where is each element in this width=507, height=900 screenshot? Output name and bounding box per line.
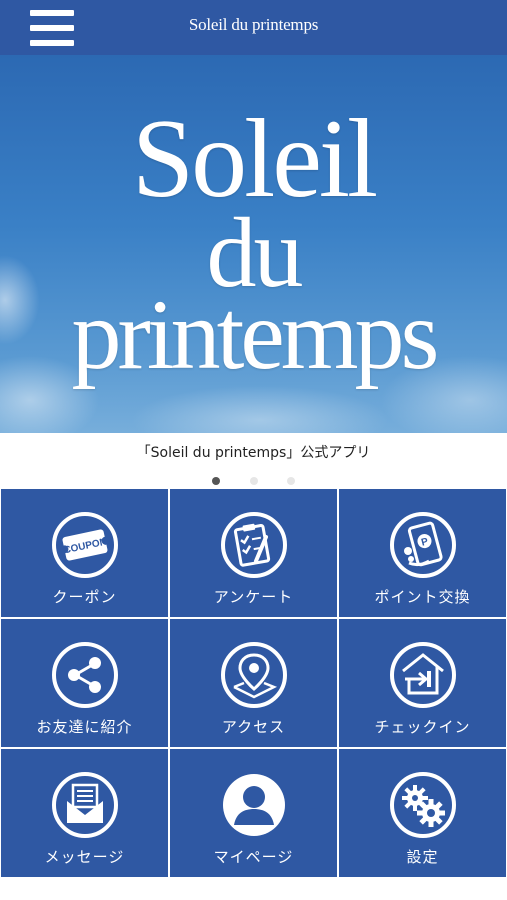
menu-item-my-page[interactable]: マイページ [169,748,338,878]
settings-gears-icon [389,772,456,838]
user-icon [222,774,285,836]
menu-item-settings[interactable]: 設定 [338,748,507,878]
carousel-dot-1[interactable] [212,477,221,485]
point-phone-icon: P [389,512,456,578]
map-pin-icon [220,642,287,708]
carousel-dot-3[interactable] [286,477,295,485]
menu-item-label: アンケート [213,588,294,606]
menu-item-refer-friend[interactable]: お友達に紹介 [0,618,169,748]
menu-item-message[interactable]: メッセージ [0,748,169,878]
menu-item-check-in[interactable]: チェックイン [338,618,507,748]
menu-item-label: メッセージ [44,848,125,866]
coupon-icon: COUPON [51,512,118,578]
survey-clipboard-icon [220,512,287,578]
menu-item-survey[interactable]: アンケート [169,488,338,618]
menu-item-label: 設定 [406,848,439,866]
carousel-dot-2[interactable] [249,477,258,485]
menu-item-label: アクセス [221,718,286,736]
menu-item-label: クーポン [52,588,117,606]
header-title: Soleil du printemps [188,15,319,34]
menu-item-label: チェックイン [374,718,471,736]
carousel-indicator [0,470,507,485]
hero-title-line-3: printemps [71,279,440,390]
menu-item-access[interactable]: アクセス [169,618,338,748]
menu-item-label: ポイント交換 [374,588,471,606]
banner-caption: 「Soleil du printemps」公式アプリ [136,445,371,461]
menu-item-label: マイページ [213,848,294,866]
menu-item-point-exchange[interactable]: P ポイント交換 [338,488,507,618]
menu-item-label: お友達に紹介 [36,718,133,736]
app-header: Soleil du printemps [0,0,507,55]
hero-banner[interactable]: Soleil du printemps [0,55,507,433]
check-in-icon [389,642,456,708]
message-envelope-icon [51,772,118,838]
menu-item-coupon[interactable]: COUPON クーポン [0,488,169,618]
menu-grid: COUPON クーポン アンケート P ポイント交換 お友達に紹介 アクセス チ… [0,488,507,878]
share-icon [51,642,118,708]
